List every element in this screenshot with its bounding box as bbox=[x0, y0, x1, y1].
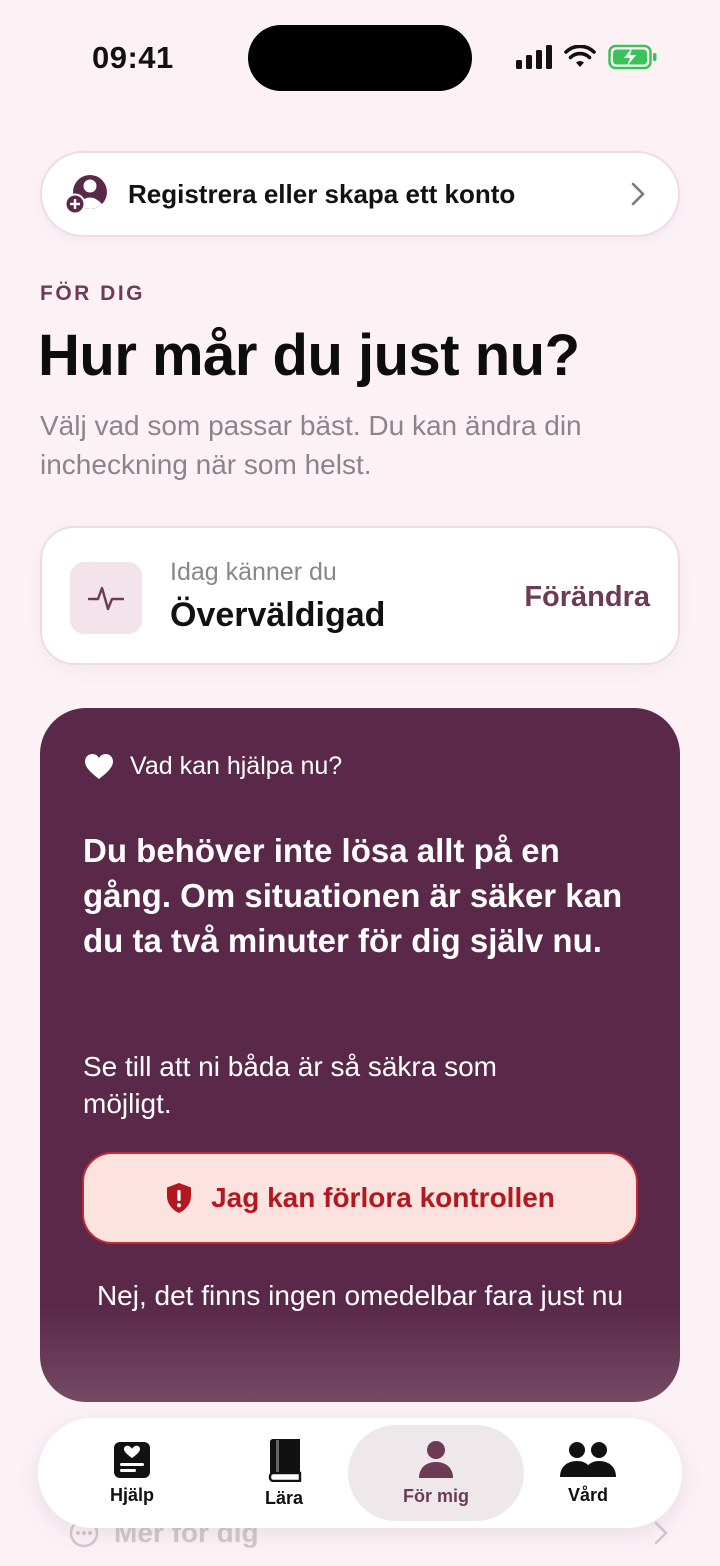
status-icons bbox=[516, 44, 658, 70]
help-panel: Vad kan hjälpa nu? Du behöver inte lösa … bbox=[40, 708, 680, 1402]
tab-label: Lära bbox=[264, 1487, 304, 1508]
mood-checkin-card: Idag känner du Överväldigad Förändra bbox=[40, 526, 680, 665]
mood-value: Överväldigad bbox=[170, 596, 386, 634]
shield-alert-icon bbox=[167, 1183, 192, 1213]
safety-note: Se till att ni båda är så säkra som möjl… bbox=[83, 1051, 497, 1119]
section-eyebrow: FÖR DIG bbox=[40, 282, 145, 305]
cellular-signal-icon bbox=[516, 45, 552, 69]
losing-control-label: Jag kan förlora kontrollen bbox=[211, 1182, 555, 1213]
page-title: Hur mår du just nu? bbox=[38, 323, 580, 388]
tab-lara[interactable]: Lära bbox=[208, 1425, 360, 1521]
tab-label: Vård bbox=[567, 1484, 609, 1505]
register-account-button[interactable]: Registrera eller skapa ett konto bbox=[40, 151, 680, 237]
chevron-right-icon bbox=[654, 1521, 668, 1545]
tab-bar: Hjälp Lära För mig Vård bbox=[38, 1418, 682, 1528]
tab-label: Hjälp bbox=[109, 1484, 154, 1505]
chevron-right-icon bbox=[628, 180, 648, 208]
book-icon bbox=[268, 1438, 302, 1482]
status-bar: 09:41 bbox=[0, 0, 720, 120]
help-card-icon bbox=[114, 1441, 150, 1478]
tab-vard[interactable]: Vård bbox=[512, 1425, 664, 1521]
help-panel-heading: Vad kan hjälpa nu? bbox=[130, 752, 343, 780]
add-user-icon bbox=[64, 170, 112, 218]
heart-icon bbox=[85, 754, 113, 779]
help-panel-header: Vad kan hjälpa nu? bbox=[84, 752, 342, 781]
pulse-icon bbox=[70, 562, 142, 634]
wifi-icon bbox=[564, 45, 596, 67]
tab-for-mig[interactable]: För mig bbox=[348, 1425, 524, 1521]
battery-charging-icon bbox=[608, 44, 657, 70]
people-icon bbox=[560, 1441, 616, 1477]
change-mood-button[interactable]: Förändra bbox=[524, 581, 650, 614]
dynamic-island bbox=[248, 25, 472, 91]
page-subtitle: Välj vad som passar bäst. Du kan ändra d… bbox=[40, 410, 582, 480]
person-icon bbox=[419, 1440, 453, 1478]
mood-caption: Idag känner du bbox=[170, 558, 337, 586]
losing-control-button[interactable]: Jag kan förlora kontrollen bbox=[82, 1152, 638, 1244]
tab-hjalp[interactable]: Hjälp bbox=[56, 1425, 208, 1521]
status-time: 09:41 bbox=[92, 40, 174, 75]
register-account-label: Registrera eller skapa ett konto bbox=[128, 178, 516, 209]
tab-label: För mig bbox=[403, 1485, 469, 1506]
no-immediate-danger-button[interactable]: Nej, det finns ingen omedelbar fara just… bbox=[80, 1276, 640, 1316]
help-message: Du behöver inte lösa allt på en gång. Om… bbox=[83, 832, 623, 959]
